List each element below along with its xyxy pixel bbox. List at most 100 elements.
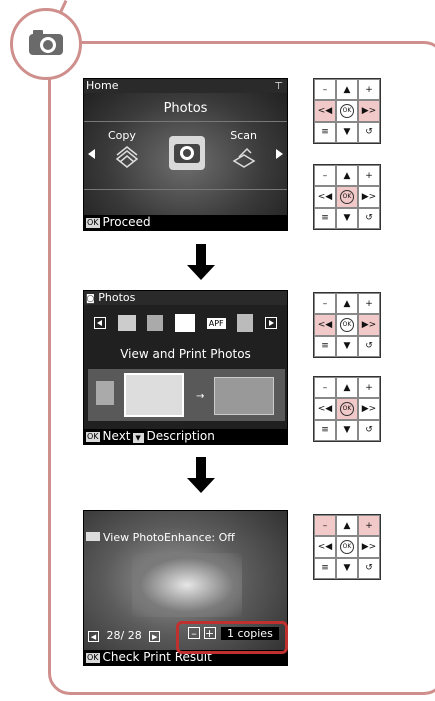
plus-key[interactable]: + (358, 79, 380, 101)
minus-key[interactable]: – (314, 79, 336, 101)
down-key[interactable]: ▼ (336, 335, 358, 357)
menu-right-icon[interactable] (265, 317, 278, 329)
ok-key[interactable]: OK (336, 398, 358, 420)
mode-label: Photos (163, 101, 208, 116)
footer-text: Proceed (102, 215, 151, 229)
down-arrow-shaft (196, 244, 206, 266)
view-print-icon[interactable] (175, 314, 196, 332)
up-key[interactable]: ▲ (336, 515, 358, 537)
prev-photo-icon[interactable]: ◀ (88, 631, 99, 642)
plus-key[interactable]: + (358, 165, 380, 187)
right-arrow-icon[interactable] (276, 149, 283, 159)
menu-key[interactable]: ≡ (314, 419, 336, 441)
down-arrow-icon (187, 265, 215, 280)
down-key[interactable]: ▼ (336, 207, 358, 229)
left-key[interactable]: <◀ (314, 314, 336, 336)
view-print-illustration: → (88, 369, 285, 421)
camera-icon (27, 27, 65, 61)
minus-key[interactable]: – (314, 293, 336, 315)
back-key[interactable]: ↺ (358, 419, 380, 441)
lcd-home-screen: Home ⊤ Photos Copy Scan OK Proceed (83, 78, 288, 231)
control-panel-3: – ▲ + <◀ OK ▶> ≡ ▼ ↺ (313, 292, 381, 358)
layout-icon[interactable] (237, 314, 254, 332)
plus-key[interactable]: + (358, 377, 380, 399)
right-key[interactable]: ▶> (358, 100, 380, 122)
menu-key[interactable]: ≡ (314, 557, 336, 579)
camera-small-icon: ◙ (86, 294, 95, 304)
ok-key[interactable]: OK (336, 536, 358, 558)
left-key[interactable]: <◀ (314, 100, 336, 122)
up-key[interactable]: ▲ (336, 377, 358, 399)
up-key[interactable]: ▲ (336, 165, 358, 187)
control-panel-5: – ▲ + <◀ OK ▶> ≡ ▼ ↺ (313, 514, 381, 580)
up-key[interactable]: ▲ (336, 79, 358, 101)
photo-counter: ◀ 28/ 28 ▶ (88, 629, 161, 642)
paper-icon (96, 381, 114, 405)
screen-title-bar: Home ⊤ (84, 79, 287, 93)
down-key[interactable]: ▼ (336, 121, 358, 143)
minus-key[interactable]: – (314, 515, 336, 537)
copy-label: Copy (108, 129, 136, 142)
left-key[interactable]: <◀ (314, 536, 336, 558)
back-key[interactable]: ↺ (358, 335, 380, 357)
left-arrow-icon[interactable] (88, 149, 95, 159)
network-icon: ⊤ (274, 81, 283, 92)
scan-icon (231, 145, 257, 173)
photos-menu-row: APF (84, 309, 287, 337)
minus-key[interactable]: – (314, 165, 336, 187)
screen-title: Home (86, 79, 119, 92)
screen-footer: OK Next ▼ Description (84, 429, 287, 444)
printed-photos-icon (214, 377, 274, 415)
print-sheets-icon[interactable] (147, 315, 164, 331)
dog-photo (132, 553, 242, 617)
copy-icon (114, 145, 140, 173)
control-panel-1: – ▲ + <◀ OK ▶> ≡ ▼ ↺ (313, 78, 381, 144)
right-key[interactable]: ▶> (358, 186, 380, 208)
left-key[interactable]: <◀ (314, 186, 336, 208)
photo-camera-icon (168, 135, 206, 175)
ok-tag: OK (86, 432, 100, 442)
plus-key[interactable]: + (358, 293, 380, 315)
view-status: View PhotoEnhance: Off (86, 531, 235, 544)
down-arrow-shaft (196, 457, 206, 479)
right-key[interactable]: ▶> (358, 314, 380, 336)
screen-footer: OK Proceed (84, 215, 287, 230)
back-key[interactable]: ↺ (358, 557, 380, 579)
back-key[interactable]: ↺ (358, 207, 380, 229)
back-key[interactable]: ↺ (358, 121, 380, 143)
footer-description: Description (146, 429, 215, 443)
arrow-right-icon: → (196, 391, 205, 402)
ok-key[interactable]: OK (336, 314, 358, 336)
ok-tag: OK (86, 218, 100, 228)
print-stack-icon[interactable] (117, 315, 136, 331)
control-panel-2: – ▲ + <◀ OK ▶> ≡ ▼ ↺ (313, 164, 381, 230)
screen-title: Photos (98, 291, 136, 304)
right-key[interactable]: ▶> (358, 536, 380, 558)
ok-tag: OK (86, 653, 100, 663)
left-key[interactable]: <◀ (314, 398, 336, 420)
menu-key[interactable]: ≡ (314, 207, 336, 229)
apf-icon[interactable]: APF (206, 317, 226, 329)
minus-key[interactable]: – (314, 377, 336, 399)
next-photo-icon[interactable]: ▶ (149, 631, 161, 642)
down-arrow-icon (187, 478, 215, 493)
down-key-icon: ▼ (132, 433, 144, 443)
footer-next: Next (102, 429, 131, 443)
menu-description: View and Print Photos (120, 347, 251, 361)
screen-title-bar: ◙ Photos (84, 291, 287, 305)
down-key[interactable]: ▼ (336, 419, 358, 441)
menu-key[interactable]: ≡ (314, 335, 336, 357)
divider (84, 121, 287, 122)
ok-key[interactable]: OK (336, 186, 358, 208)
down-key[interactable]: ▼ (336, 557, 358, 579)
right-key[interactable]: ▶> (358, 398, 380, 420)
scan-label: Scan (230, 129, 257, 142)
photo-grid-icon (124, 373, 184, 417)
up-key[interactable]: ▲ (336, 293, 358, 315)
ok-key[interactable]: OK (336, 100, 358, 122)
lcd-photos-screen: ◙ Photos APF View and Print Photos → OK N… (83, 290, 288, 445)
menu-key[interactable]: ≡ (314, 121, 336, 143)
plus-key[interactable]: + (358, 515, 380, 537)
divider (84, 189, 287, 190)
menu-left-icon[interactable] (93, 317, 106, 329)
